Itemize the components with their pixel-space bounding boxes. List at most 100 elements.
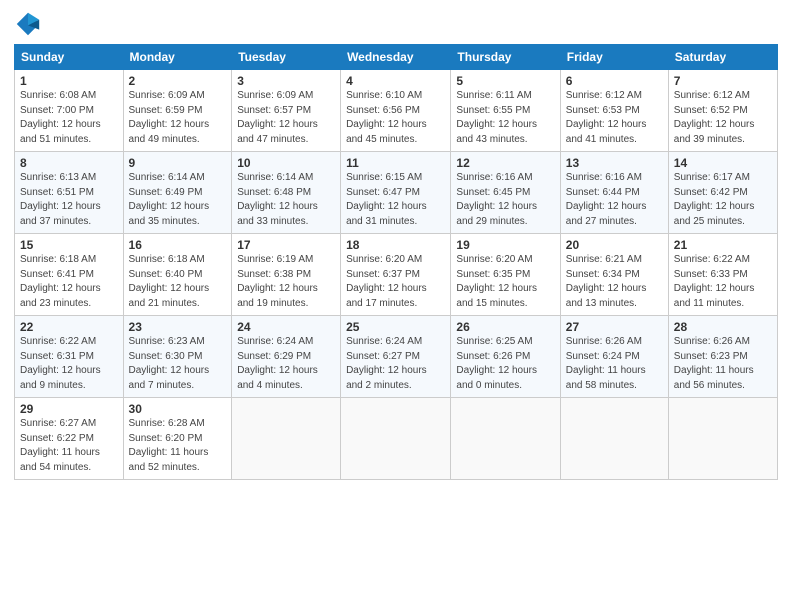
day-number: 18 [346, 238, 445, 252]
header-row: SundayMondayTuesdayWednesdayThursdayFrid… [15, 45, 778, 70]
day-info: Sunrise: 6:22 AMSunset: 6:31 PMDaylight:… [20, 336, 101, 391]
week-row-4: 22 Sunrise: 6:22 AMSunset: 6:31 PMDaylig… [15, 316, 778, 398]
day-cell: 15 Sunrise: 6:18 AMSunset: 6:41 PMDaylig… [15, 234, 124, 316]
day-cell: 11 Sunrise: 6:15 AMSunset: 6:47 PMDaylig… [341, 152, 451, 234]
day-cell: 30 Sunrise: 6:28 AMSunset: 6:20 PMDaylig… [123, 398, 232, 480]
day-cell [232, 398, 341, 480]
day-info: Sunrise: 6:17 AMSunset: 6:42 PMDaylight:… [674, 172, 755, 227]
day-info: Sunrise: 6:13 AMSunset: 6:51 PMDaylight:… [20, 172, 101, 227]
day-cell: 1 Sunrise: 6:08 AMSunset: 7:00 PMDayligh… [15, 70, 124, 152]
page-header [14, 10, 778, 38]
day-number: 20 [566, 238, 663, 252]
day-info: Sunrise: 6:10 AMSunset: 6:56 PMDaylight:… [346, 90, 427, 145]
day-number: 13 [566, 156, 663, 170]
day-number: 17 [237, 238, 335, 252]
day-cell: 12 Sunrise: 6:16 AMSunset: 6:45 PMDaylig… [451, 152, 560, 234]
day-cell [341, 398, 451, 480]
day-number: 25 [346, 320, 445, 334]
day-info: Sunrise: 6:26 AMSunset: 6:24 PMDaylight:… [566, 336, 646, 391]
header-cell-sunday: Sunday [15, 45, 124, 70]
day-cell: 25 Sunrise: 6:24 AMSunset: 6:27 PMDaylig… [341, 316, 451, 398]
week-row-5: 29 Sunrise: 6:27 AMSunset: 6:22 PMDaylig… [15, 398, 778, 480]
day-info: Sunrise: 6:14 AMSunset: 6:49 PMDaylight:… [129, 172, 210, 227]
day-info: Sunrise: 6:26 AMSunset: 6:23 PMDaylight:… [674, 336, 754, 391]
day-cell: 4 Sunrise: 6:10 AMSunset: 6:56 PMDayligh… [341, 70, 451, 152]
day-info: Sunrise: 6:23 AMSunset: 6:30 PMDaylight:… [129, 336, 210, 391]
day-info: Sunrise: 6:14 AMSunset: 6:48 PMDaylight:… [237, 172, 318, 227]
logo [14, 10, 46, 38]
day-info: Sunrise: 6:24 AMSunset: 6:27 PMDaylight:… [346, 336, 427, 391]
header-cell-thursday: Thursday [451, 45, 560, 70]
day-info: Sunrise: 6:11 AMSunset: 6:55 PMDaylight:… [456, 90, 537, 145]
day-number: 29 [20, 402, 118, 416]
day-cell [560, 398, 668, 480]
day-cell [451, 398, 560, 480]
day-number: 10 [237, 156, 335, 170]
week-row-1: 1 Sunrise: 6:08 AMSunset: 7:00 PMDayligh… [15, 70, 778, 152]
day-info: Sunrise: 6:08 AMSunset: 7:00 PMDaylight:… [20, 90, 101, 145]
header-cell-friday: Friday [560, 45, 668, 70]
day-number: 28 [674, 320, 772, 334]
day-number: 1 [20, 74, 118, 88]
day-cell: 14 Sunrise: 6:17 AMSunset: 6:42 PMDaylig… [668, 152, 777, 234]
day-info: Sunrise: 6:18 AMSunset: 6:41 PMDaylight:… [20, 254, 101, 309]
day-cell: 27 Sunrise: 6:26 AMSunset: 6:24 PMDaylig… [560, 316, 668, 398]
day-number: 16 [129, 238, 227, 252]
day-info: Sunrise: 6:09 AMSunset: 6:59 PMDaylight:… [129, 90, 210, 145]
day-cell: 21 Sunrise: 6:22 AMSunset: 6:33 PMDaylig… [668, 234, 777, 316]
day-cell: 24 Sunrise: 6:24 AMSunset: 6:29 PMDaylig… [232, 316, 341, 398]
day-number: 15 [20, 238, 118, 252]
day-cell: 26 Sunrise: 6:25 AMSunset: 6:26 PMDaylig… [451, 316, 560, 398]
day-cell: 13 Sunrise: 6:16 AMSunset: 6:44 PMDaylig… [560, 152, 668, 234]
day-number: 5 [456, 74, 554, 88]
day-cell: 9 Sunrise: 6:14 AMSunset: 6:49 PMDayligh… [123, 152, 232, 234]
day-info: Sunrise: 6:15 AMSunset: 6:47 PMDaylight:… [346, 172, 427, 227]
day-info: Sunrise: 6:19 AMSunset: 6:38 PMDaylight:… [237, 254, 318, 309]
day-number: 30 [129, 402, 227, 416]
day-info: Sunrise: 6:27 AMSunset: 6:22 PMDaylight:… [20, 418, 100, 473]
day-cell: 19 Sunrise: 6:20 AMSunset: 6:35 PMDaylig… [451, 234, 560, 316]
day-info: Sunrise: 6:22 AMSunset: 6:33 PMDaylight:… [674, 254, 755, 309]
header-cell-tuesday: Tuesday [232, 45, 341, 70]
day-number: 27 [566, 320, 663, 334]
week-row-3: 15 Sunrise: 6:18 AMSunset: 6:41 PMDaylig… [15, 234, 778, 316]
day-cell: 23 Sunrise: 6:23 AMSunset: 6:30 PMDaylig… [123, 316, 232, 398]
day-cell: 17 Sunrise: 6:19 AMSunset: 6:38 PMDaylig… [232, 234, 341, 316]
day-number: 7 [674, 74, 772, 88]
day-cell: 5 Sunrise: 6:11 AMSunset: 6:55 PMDayligh… [451, 70, 560, 152]
page-container: SundayMondayTuesdayWednesdayThursdayFrid… [0, 0, 792, 490]
day-cell [668, 398, 777, 480]
header-cell-wednesday: Wednesday [341, 45, 451, 70]
day-number: 3 [237, 74, 335, 88]
day-info: Sunrise: 6:09 AMSunset: 6:57 PMDaylight:… [237, 90, 318, 145]
day-cell: 16 Sunrise: 6:18 AMSunset: 6:40 PMDaylig… [123, 234, 232, 316]
day-cell: 10 Sunrise: 6:14 AMSunset: 6:48 PMDaylig… [232, 152, 341, 234]
day-number: 24 [237, 320, 335, 334]
day-info: Sunrise: 6:16 AMSunset: 6:44 PMDaylight:… [566, 172, 647, 227]
day-cell: 6 Sunrise: 6:12 AMSunset: 6:53 PMDayligh… [560, 70, 668, 152]
day-cell: 22 Sunrise: 6:22 AMSunset: 6:31 PMDaylig… [15, 316, 124, 398]
day-info: Sunrise: 6:24 AMSunset: 6:29 PMDaylight:… [237, 336, 318, 391]
day-info: Sunrise: 6:20 AMSunset: 6:37 PMDaylight:… [346, 254, 427, 309]
day-info: Sunrise: 6:18 AMSunset: 6:40 PMDaylight:… [129, 254, 210, 309]
day-cell: 29 Sunrise: 6:27 AMSunset: 6:22 PMDaylig… [15, 398, 124, 480]
day-number: 12 [456, 156, 554, 170]
day-number: 6 [566, 74, 663, 88]
day-number: 8 [20, 156, 118, 170]
day-info: Sunrise: 6:28 AMSunset: 6:20 PMDaylight:… [129, 418, 209, 473]
day-info: Sunrise: 6:21 AMSunset: 6:34 PMDaylight:… [566, 254, 647, 309]
day-number: 21 [674, 238, 772, 252]
day-cell: 8 Sunrise: 6:13 AMSunset: 6:51 PMDayligh… [15, 152, 124, 234]
week-row-2: 8 Sunrise: 6:13 AMSunset: 6:51 PMDayligh… [15, 152, 778, 234]
day-number: 4 [346, 74, 445, 88]
day-number: 26 [456, 320, 554, 334]
day-info: Sunrise: 6:16 AMSunset: 6:45 PMDaylight:… [456, 172, 537, 227]
header-cell-saturday: Saturday [668, 45, 777, 70]
day-number: 2 [129, 74, 227, 88]
day-cell: 2 Sunrise: 6:09 AMSunset: 6:59 PMDayligh… [123, 70, 232, 152]
header-cell-monday: Monday [123, 45, 232, 70]
day-number: 22 [20, 320, 118, 334]
calendar-table: SundayMondayTuesdayWednesdayThursdayFrid… [14, 44, 778, 480]
day-number: 14 [674, 156, 772, 170]
day-number: 11 [346, 156, 445, 170]
